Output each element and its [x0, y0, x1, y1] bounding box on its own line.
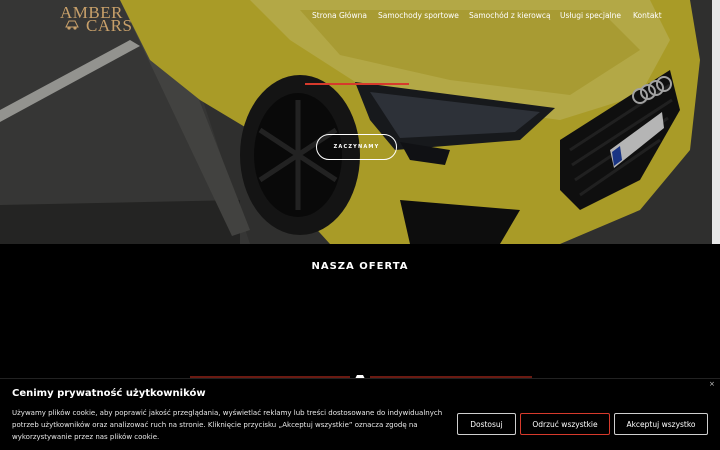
hero-car-image: [0, 0, 712, 244]
scrollbar[interactable]: [712, 0, 720, 244]
nav-home[interactable]: Strona Główna: [312, 11, 367, 20]
hero-banner: AMBER CARS Strona Główna Samochody sport…: [0, 0, 712, 244]
logo-line-2: CARS: [86, 16, 133, 35]
nav-car-with-driver[interactable]: Samochód z kierowcą: [469, 11, 551, 20]
customize-button[interactable]: Dostosuj: [457, 413, 516, 435]
accept-all-button[interactable]: Akceptuj wszystko: [614, 413, 708, 435]
offer-section-title: NASZA OFERTA: [311, 261, 409, 272]
nav-special-services[interactable]: Usługi specjalne: [560, 11, 621, 20]
nav-sports-cars[interactable]: Samochody sportowe: [378, 11, 459, 20]
start-button[interactable]: ZACZYNAMY: [316, 134, 397, 160]
car-emblem-icon: [65, 20, 79, 30]
cookie-title: Cenimy prywatność użytkowników: [12, 388, 206, 399]
cookie-description: Używamy plików cookie, aby poprawić jako…: [12, 409, 443, 441]
amber-cars-logo[interactable]: AMBER CARS: [60, 2, 133, 35]
hero-accent-line: [305, 83, 409, 85]
nav-contact[interactable]: Kontakt: [633, 11, 662, 20]
reject-all-button[interactable]: Odrzuć wszystkie: [520, 413, 610, 435]
cookie-consent-banner: Cenimy prywatność użytkowników Używamy p…: [0, 378, 720, 450]
close-icon[interactable]: ×: [709, 380, 715, 388]
